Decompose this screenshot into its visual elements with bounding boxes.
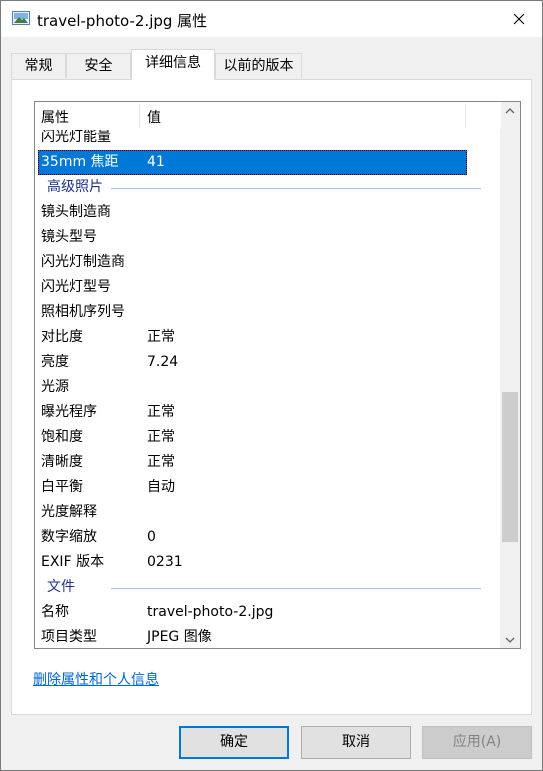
chevron-up-icon [505, 107, 515, 113]
group-header[interactable]: 高级照片 [35, 175, 501, 200]
property-name: 35mm 焦距 [41, 154, 119, 170]
property-name: 照相机序列号 [41, 304, 125, 320]
group-label: 高级照片 [47, 179, 103, 195]
group-divider [111, 188, 481, 189]
property-value: JPEG 图像 [147, 629, 212, 645]
property-name: 亮度 [41, 354, 69, 370]
property-name: 镜头型号 [41, 229, 97, 245]
property-name: 曝光程序 [41, 404, 97, 420]
property-value: 7.24 [147, 354, 179, 370]
tab-previous-versions[interactable]: 以前的版本 [215, 53, 302, 78]
column-header-value[interactable]: 值 [147, 107, 161, 127]
property-row[interactable]: 项目类型 JPEG 图像 [35, 625, 501, 648]
property-value: 正常 [147, 404, 175, 420]
property-row[interactable]: 清晰度 正常 [35, 450, 501, 475]
property-row[interactable]: 数字缩放 0 [35, 525, 501, 550]
property-value: 41 [147, 154, 165, 170]
property-name: 闪光灯型号 [41, 279, 111, 295]
property-row[interactable]: 闪光灯制造商 [35, 250, 501, 275]
property-row[interactable]: 光源 [35, 375, 501, 400]
property-name: EXIF 版本 [41, 554, 105, 570]
window-title: travel-photo-2.jpg 属性 [37, 12, 208, 30]
property-row[interactable]: 对比度 正常 [35, 325, 501, 350]
property-list[interactable]: 属性 值 闪光灯能量 35mm 焦距 41 高级照片 镜头制造商 镜头型号 闪光灯制造商 闪光… [34, 101, 521, 649]
property-value: 0 [147, 529, 156, 545]
property-name: 光度解释 [41, 504, 97, 520]
property-row[interactable]: 镜头制造商 [35, 200, 501, 225]
property-row[interactable]: 镜头型号 [35, 225, 501, 250]
property-name: 光源 [41, 379, 69, 395]
property-value: 0231 [147, 554, 183, 570]
close-icon [513, 13, 525, 25]
column-divider[interactable] [139, 104, 140, 128]
tab-details[interactable]: 详细信息 [131, 49, 215, 80]
remove-properties-link[interactable]: 删除属性和个人信息 [33, 669, 159, 689]
property-row[interactable]: 亮度 7.24 [35, 350, 501, 375]
title-bar: travel-photo-2.jpg 属性 [1, 1, 542, 37]
scrollbar-thumb[interactable] [502, 392, 518, 542]
property-row[interactable]: 名称 travel-photo-2.jpg [35, 600, 501, 625]
list-header: 属性 值 [35, 102, 501, 130]
close-button[interactable] [496, 1, 542, 37]
property-name: 清晰度 [41, 454, 83, 470]
property-value: travel-photo-2.jpg [147, 604, 274, 620]
ok-button[interactable]: 确定 [179, 726, 289, 759]
property-row[interactable]: 白平衡 自动 [35, 475, 501, 500]
group-label: 文件 [47, 579, 75, 595]
property-value: 正常 [147, 329, 175, 345]
property-row[interactable]: 闪光灯型号 [35, 275, 501, 300]
property-name: 数字缩放 [41, 529, 97, 545]
apply-button[interactable]: 应用(A) [422, 726, 532, 759]
chevron-down-icon [505, 637, 515, 643]
property-name: 镜头制造商 [41, 204, 111, 220]
property-row[interactable]: EXIF 版本 0231 [35, 550, 501, 575]
property-row[interactable]: 照相机序列号 [35, 300, 501, 325]
tab-general[interactable]: 常规 [11, 53, 66, 78]
property-name: 白平衡 [41, 479, 83, 495]
scroll-down-button[interactable] [500, 631, 520, 648]
details-panel: 属性 值 闪光灯能量 35mm 焦距 41 高级照片 镜头制造商 镜头型号 闪光灯制造商 闪光… [11, 79, 532, 715]
property-value: 正常 [147, 429, 175, 445]
group-divider [111, 588, 481, 589]
property-name: 闪光灯制造商 [41, 254, 125, 270]
property-row-selected[interactable]: 35mm 焦距 41 [38, 150, 467, 175]
property-value: 正常 [147, 454, 175, 470]
property-name: 名称 [41, 604, 69, 620]
property-row[interactable]: 光度解释 [35, 500, 501, 525]
property-rows: 闪光灯能量 35mm 焦距 41 高级照片 镜头制造商 镜头型号 闪光灯制造商 闪光灯型号 照相… [35, 125, 501, 648]
column-divider[interactable] [465, 104, 466, 128]
property-name: 项目类型 [41, 629, 97, 645]
property-name: 对比度 [41, 329, 83, 345]
property-row[interactable]: 饱和度 正常 [35, 425, 501, 450]
property-name: 饱和度 [41, 429, 83, 445]
property-value: 自动 [147, 479, 175, 495]
image-file-icon [12, 11, 30, 25]
group-header[interactable]: 文件 [35, 575, 501, 600]
column-header-property[interactable]: 属性 [41, 107, 69, 127]
tab-security[interactable]: 安全 [66, 53, 131, 78]
vertical-scrollbar[interactable] [500, 102, 520, 648]
property-row[interactable]: 曝光程序 正常 [35, 400, 501, 425]
scroll-up-button[interactable] [500, 102, 520, 119]
cancel-button[interactable]: 取消 [301, 726, 411, 759]
properties-window: travel-photo-2.jpg 属性 常规 安全 详细信息 以前的版本 属… [0, 0, 543, 771]
